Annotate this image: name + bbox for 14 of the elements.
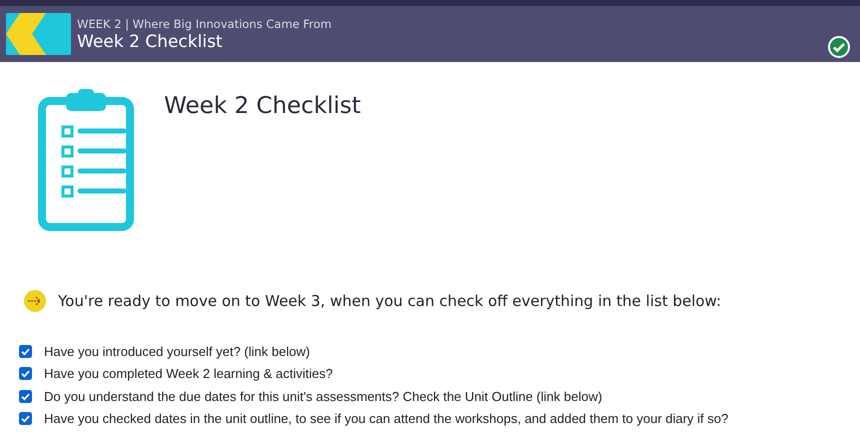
checklist-item-label: Have you introduced yourself yet? (link below) <box>44 344 310 359</box>
checkbox[interactable] <box>19 412 32 426</box>
checklist-item-label: Have you completed Week 2 learning & activities? <box>44 366 333 382</box>
chevron-logo-icon <box>6 13 71 55</box>
intro-text: You're ready to move on to Week 3, when you can check off everything in the list below: <box>58 292 722 310</box>
checkbox[interactable] <box>19 344 32 358</box>
breadcrumb: WEEK 2 | Where Big Innovations Came From <box>77 16 333 30</box>
checkbox[interactable] <box>19 367 32 380</box>
checklist-item-label: Have you checked dates in the unit outline, to see if you can attend the workshops, and added them to your diary if so? <box>44 411 728 426</box>
page-title: Week 2 Checklist <box>77 32 224 52</box>
clipboard-checklist-icon <box>38 89 134 231</box>
checklist-heading: Week 2 Checklist <box>164 92 361 121</box>
checklist-item-label: Do you understand the due dates for this unit's assessments? Check the Unit Outline (link below) <box>44 388 602 404</box>
checkbox[interactable] <box>19 390 32 403</box>
